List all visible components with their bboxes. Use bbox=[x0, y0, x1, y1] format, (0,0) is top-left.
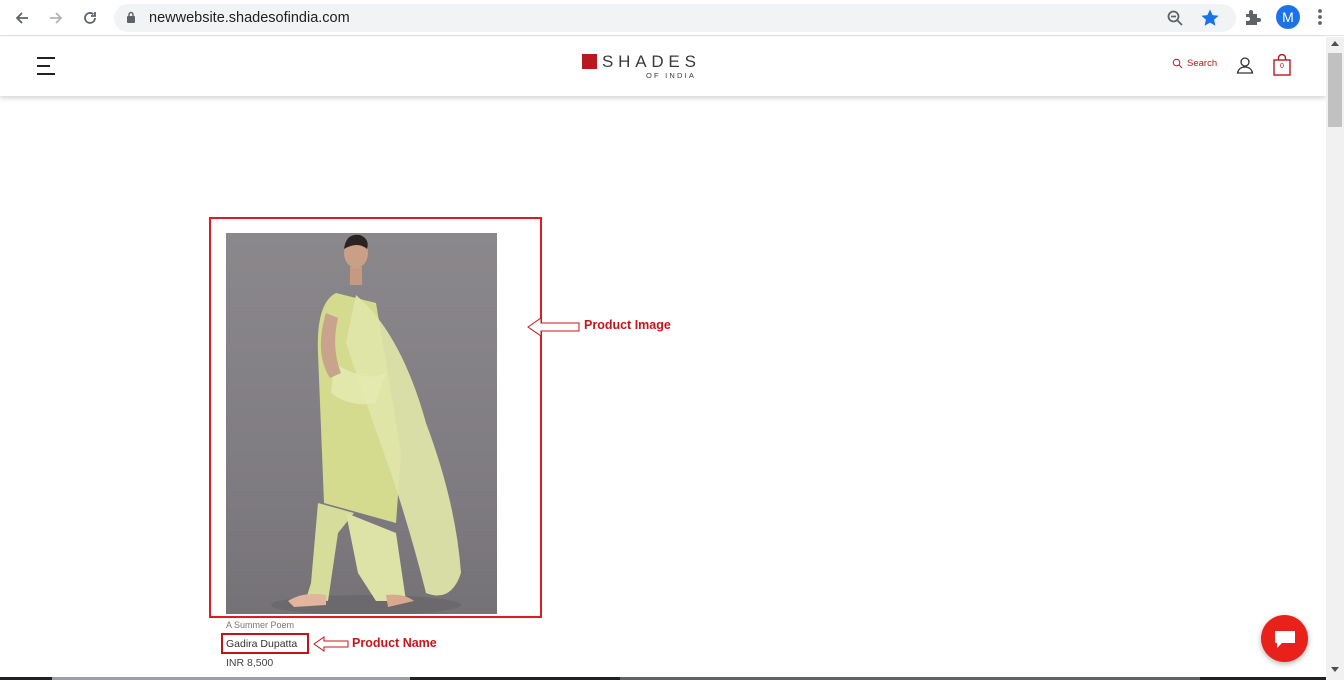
forward-button[interactable] bbox=[44, 6, 68, 30]
browser-menu-icon[interactable] bbox=[1312, 6, 1328, 28]
address-bar[interactable]: newwebsite.shadesofindia.com bbox=[114, 4, 1236, 32]
reload-icon bbox=[84, 12, 96, 24]
image-annotation-arrow-icon bbox=[527, 317, 580, 337]
profile-avatar[interactable]: M bbox=[1276, 5, 1300, 29]
logo-wordmark: SHADES bbox=[602, 52, 701, 71]
hamburger-menu-icon[interactable] bbox=[36, 56, 56, 76]
user-account-icon[interactable] bbox=[1236, 56, 1254, 74]
reload-button[interactable] bbox=[78, 6, 102, 30]
url-text: newwebsite.shadesofindia.com bbox=[149, 10, 350, 26]
back-button[interactable] bbox=[10, 6, 34, 30]
product-price: INR 8,500 bbox=[226, 657, 274, 669]
search-icon bbox=[1172, 58, 1183, 69]
cart-count-badge: 0 bbox=[1280, 63, 1284, 70]
page-scrollbar[interactable] bbox=[1326, 37, 1344, 680]
chat-button[interactable] bbox=[1261, 615, 1308, 662]
logo-square-mark bbox=[582, 54, 597, 69]
zoom-icon[interactable] bbox=[1166, 9, 1184, 27]
product-collection[interactable]: A Summer Poem bbox=[226, 620, 294, 630]
search-label: Search bbox=[1187, 58, 1218, 69]
browser-toolbar: newwebsite.shadesofindia.com M bbox=[0, 0, 1344, 36]
scroll-thumb[interactable] bbox=[1328, 53, 1342, 127]
scroll-up-arrow-icon[interactable] bbox=[1331, 41, 1339, 46]
forward-arrow-icon bbox=[50, 12, 63, 24]
scroll-down-arrow-icon[interactable] bbox=[1331, 667, 1339, 672]
search-button[interactable]: Search bbox=[1172, 58, 1217, 69]
product-image[interactable] bbox=[226, 233, 497, 614]
back-arrow-icon bbox=[15, 12, 28, 24]
product-photo-model-icon bbox=[226, 233, 497, 614]
product-name-annotation: Product Name bbox=[352, 636, 437, 650]
site-header: SHADES OF INDIA Search 0 bbox=[0, 37, 1326, 96]
product-image-annotation: Product Image bbox=[584, 318, 671, 332]
product-name[interactable]: Gadira Dupatta bbox=[226, 638, 297, 650]
lock-icon bbox=[127, 11, 135, 23]
name-annotation-arrow-icon bbox=[313, 636, 349, 652]
extensions-puzzle-icon[interactable] bbox=[1242, 6, 1264, 28]
chat-bubble-icon bbox=[1274, 630, 1295, 648]
logo-subtitle: OF INDIA bbox=[646, 71, 697, 80]
bookmark-star-icon[interactable] bbox=[1200, 8, 1220, 28]
